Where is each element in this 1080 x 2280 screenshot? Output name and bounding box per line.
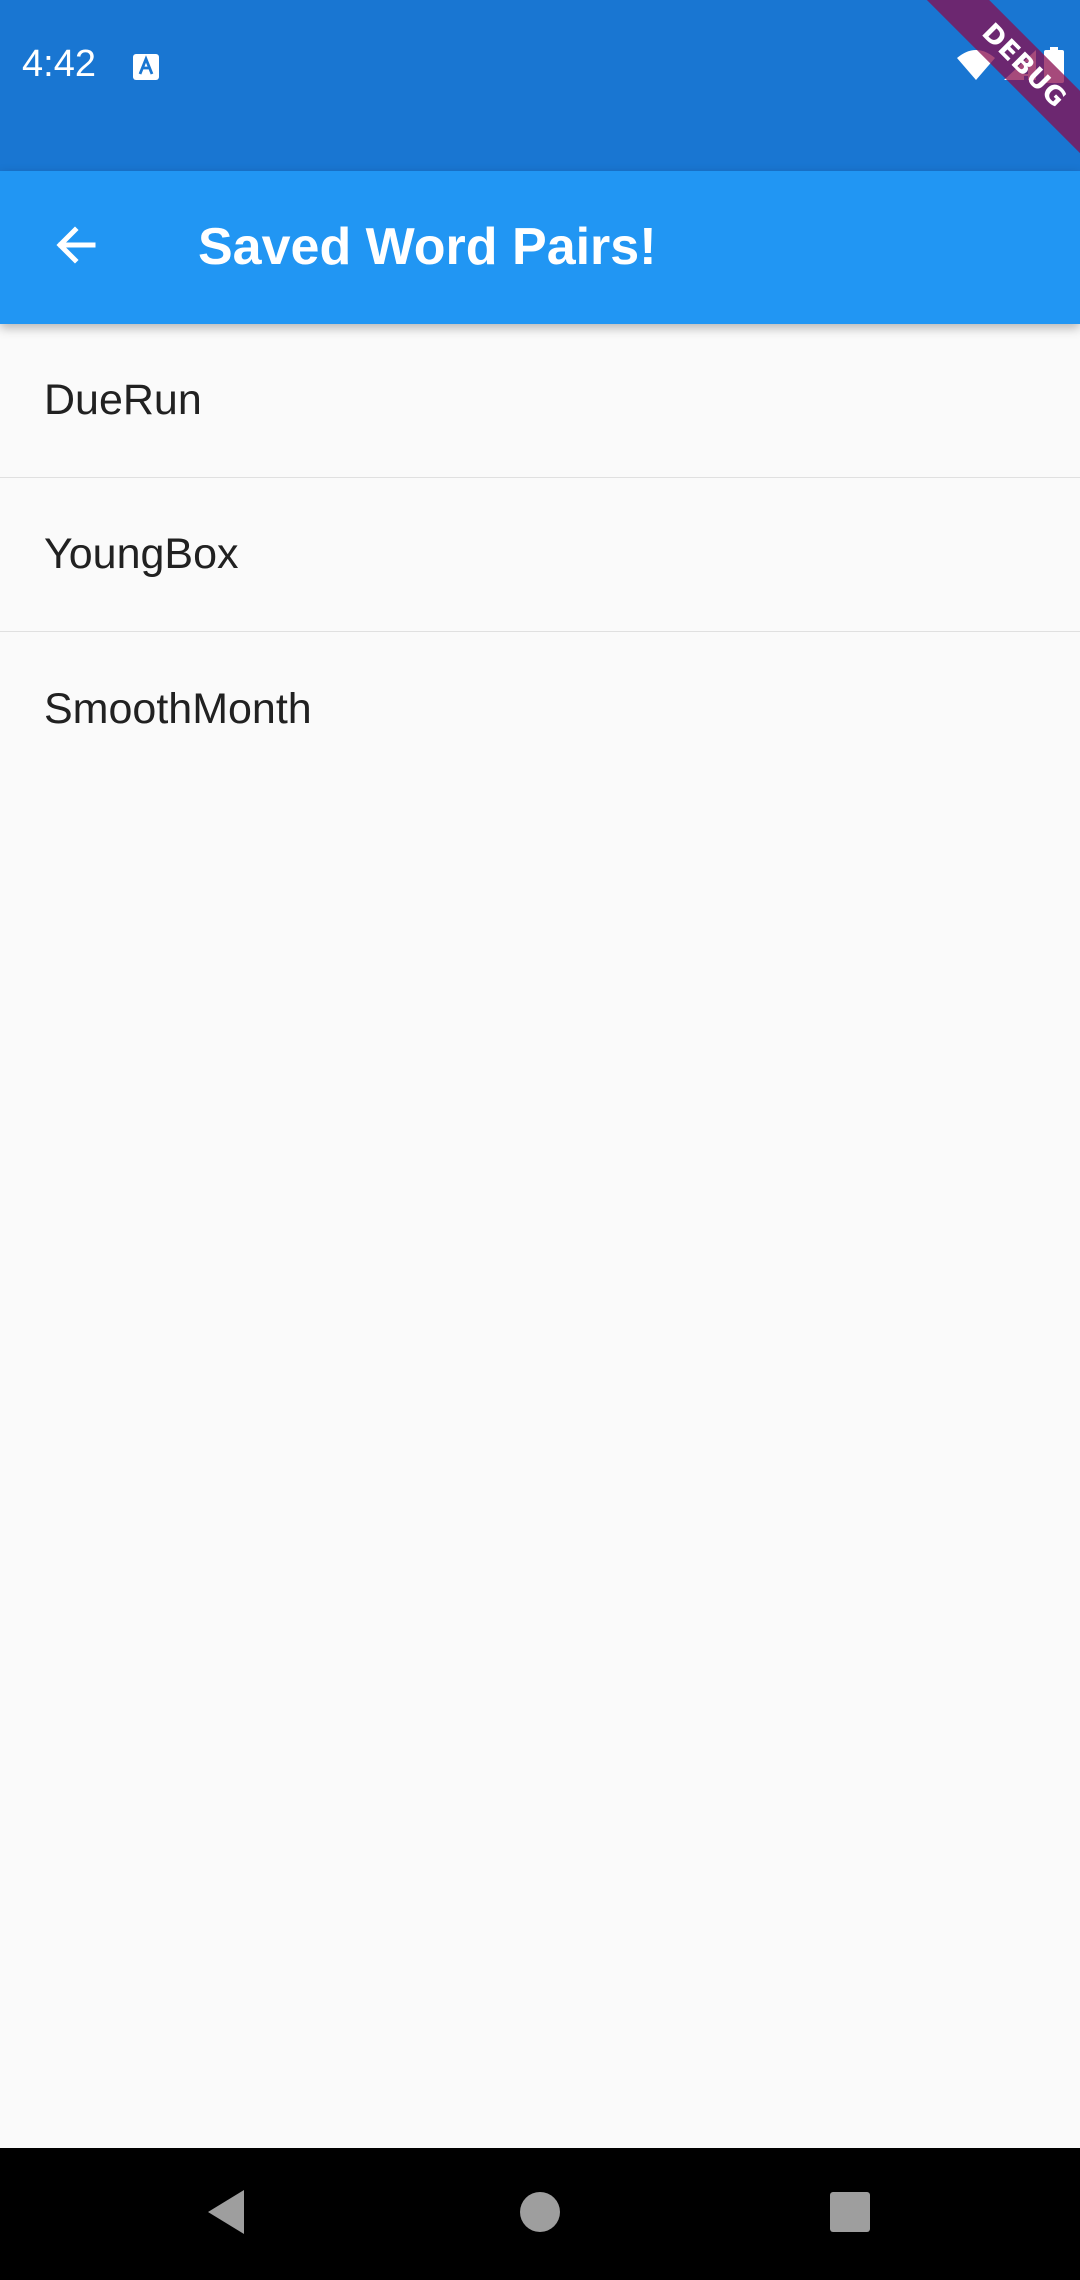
back-button[interactable] bbox=[30, 201, 123, 294]
battery-icon bbox=[1044, 46, 1064, 88]
nav-recents-button[interactable] bbox=[814, 2178, 886, 2250]
list-item[interactable]: YoungBox bbox=[0, 478, 1080, 632]
back-triangle-icon bbox=[204, 2188, 248, 2241]
a-notification-icon bbox=[132, 53, 160, 81]
recents-square-icon bbox=[829, 2191, 871, 2238]
system-nav-bar bbox=[0, 2148, 1080, 2280]
status-time: 4:42 bbox=[22, 43, 96, 85]
wifi-icon bbox=[956, 48, 996, 87]
cell-signal-icon bbox=[1002, 48, 1038, 87]
nav-home-button[interactable] bbox=[504, 2178, 576, 2250]
page-title: Saved Word Pairs! bbox=[198, 218, 657, 276]
list-item[interactable]: DueRun bbox=[0, 324, 1080, 478]
status-bar: 4:42 bbox=[0, 0, 1080, 171]
arrow-back-icon bbox=[53, 221, 101, 274]
list-item[interactable]: SmoothMonth bbox=[0, 632, 1080, 786]
word-pair-label: DueRun bbox=[44, 376, 202, 424]
word-pair-label: SmoothMonth bbox=[44, 684, 312, 733]
status-icons bbox=[956, 46, 1064, 88]
word-pair-label: YoungBox bbox=[44, 530, 239, 578]
home-circle-icon bbox=[519, 2191, 561, 2238]
app-bar: Saved Word Pairs! bbox=[0, 171, 1080, 324]
nav-back-button[interactable] bbox=[190, 2178, 262, 2250]
saved-pairs-list: DueRun YoungBox SmoothMonth bbox=[0, 324, 1080, 786]
